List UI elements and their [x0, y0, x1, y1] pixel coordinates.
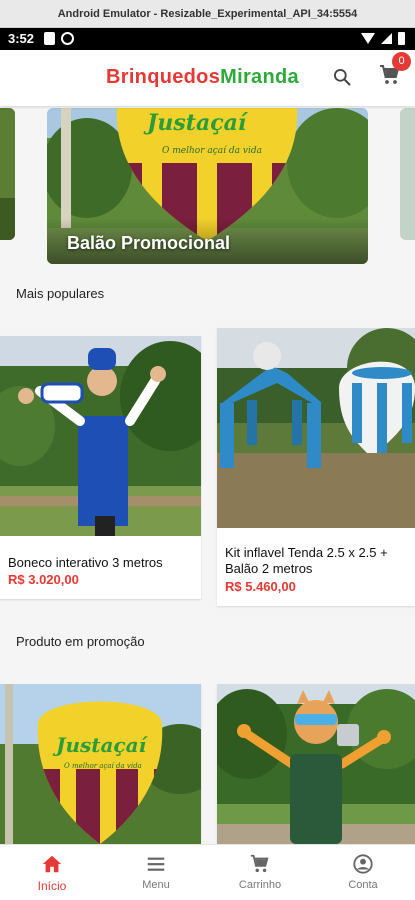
brand-part-1: Brinquedos: [106, 66, 221, 88]
nav-label-inicio: Início: [37, 879, 67, 893]
promo-balloon-tagline: O melhor açaí da vida: [64, 762, 142, 770]
home-icon: [42, 855, 62, 873]
promo-banner[interactable]: Justaçaí O melhor açaí da vida Balão Pro…: [47, 108, 368, 264]
status-time: 3:52: [8, 31, 35, 46]
nav-item-inicio[interactable]: Início: [0, 845, 104, 900]
emulator-title: Android Emulator - Resizable_Experimenta…: [57, 8, 358, 20]
section-title-promo: Produto em promoção: [16, 634, 145, 649]
cart-count-badge: 0: [392, 52, 411, 71]
brand-part-2: Miranda: [220, 66, 299, 88]
brand-logo[interactable]: BrinquedosMiranda: [106, 66, 299, 89]
account-icon: [353, 854, 373, 874]
product-name: Boneco interativo 3 metros: [8, 555, 163, 570]
product-name: Kit inflavel Tenda 2.5 x 2.5 + Balão 2 m…: [225, 545, 388, 576]
status-bar: 3:52: [0, 28, 415, 50]
cart-icon: [250, 854, 269, 873]
promo-image-boneco-gato: [217, 684, 415, 844]
promo-image-balao: Justaçaí O melhor açaí da vida: [0, 684, 201, 844]
promo-card-balao[interactable]: Justaçaí O melhor açaí da vida: [0, 684, 201, 844]
wifi-icon: [361, 33, 375, 44]
product-card-kit-tenda[interactable]: Kit inflavel Tenda 2.5 x 2.5 + Balão 2 m…: [217, 328, 415, 606]
product-price: R$ 5.460,00: [225, 579, 296, 594]
nav-item-conta[interactable]: Conta: [311, 845, 415, 900]
product-image-kit-tenda: [217, 328, 415, 528]
section-title-popular: Mais populares: [16, 286, 105, 301]
promo-card-boneco-gato[interactable]: [217, 684, 415, 844]
battery-icon: [398, 32, 405, 45]
banner-balloon-tagline: O melhor açaí da vida: [162, 145, 262, 156]
nav-label-conta: Conta: [348, 879, 378, 891]
menu-icon: [147, 857, 165, 871]
bottom-navigation: Início Menu Carrinho Conta: [0, 844, 415, 900]
product-card-boneco[interactable]: Boneco interativo 3 metros R$ 3.020,00: [0, 336, 201, 599]
nav-label-menu: Menu: [142, 879, 170, 891]
nav-item-menu[interactable]: Menu: [104, 845, 208, 900]
product-price: R$ 3.020,00: [8, 572, 79, 587]
product-image-boneco: [0, 336, 201, 536]
search-icon[interactable]: [332, 67, 352, 87]
notification-icon: [61, 32, 74, 45]
app-bar: BrinquedosMiranda: [0, 50, 415, 106]
carousel-previous-slide[interactable]: [0, 108, 15, 240]
banner-balloon-lettering: Justaçaí: [143, 110, 249, 136]
promo-balloon-lettering: Justaçaí: [52, 733, 149, 757]
banner-title: Balão Promocional: [67, 233, 231, 253]
signal-icon: [381, 33, 392, 44]
sim-card-icon: [44, 32, 55, 45]
nav-label-carrinho: Carrinho: [238, 879, 282, 891]
carousel-next-slide[interactable]: [400, 108, 415, 240]
nav-item-carrinho[interactable]: Carrinho: [208, 845, 312, 900]
emulator-title-bar: Android Emulator - Resizable_Experimenta…: [0, 0, 415, 28]
